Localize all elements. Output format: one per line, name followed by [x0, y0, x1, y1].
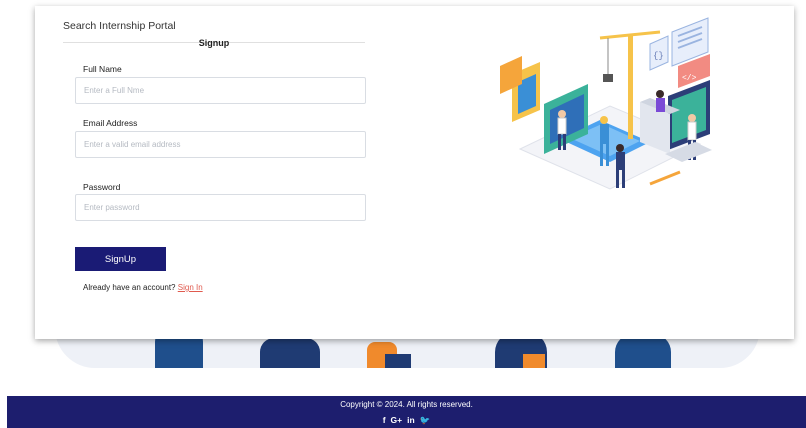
- full-name-label: Full Name: [83, 64, 122, 74]
- facebook-icon[interactable]: f: [383, 415, 386, 426]
- email-label: Email Address: [83, 118, 138, 128]
- google-plus-icon[interactable]: G+: [391, 415, 403, 426]
- page: Search Internship Portal Signup Full Nam…: [0, 0, 806, 428]
- twitter-icon[interactable]: 🐦: [420, 415, 431, 426]
- password-label: Password: [83, 182, 121, 192]
- svg-text:</>: </>: [682, 74, 697, 83]
- password-input[interactable]: [75, 194, 366, 221]
- signin-link[interactable]: Sign In: [178, 283, 203, 292]
- signup-card: Search Internship Portal Signup Full Nam…: [35, 6, 794, 339]
- signup-button[interactable]: SignUp: [75, 247, 166, 271]
- account-prompt-text: Already have an account?: [83, 283, 176, 292]
- signup-heading: Signup: [198, 38, 230, 48]
- copyright-text: Copyright © 2024. All rights reserved.: [340, 400, 473, 409]
- linkedin-icon[interactable]: in: [407, 415, 415, 426]
- email-input[interactable]: [75, 131, 366, 158]
- construction-website-illustration: {} </>: [500, 17, 712, 190]
- social-links: f G+ in 🐦: [7, 415, 806, 426]
- signin-prompt: Already have an account? Sign In: [83, 283, 203, 292]
- svg-text:{}: {}: [653, 51, 664, 61]
- portal-title: Search Internship Portal: [63, 20, 176, 32]
- footer: Copyright © 2024. All rights reserved. f…: [7, 396, 806, 428]
- full-name-input[interactable]: [75, 77, 366, 104]
